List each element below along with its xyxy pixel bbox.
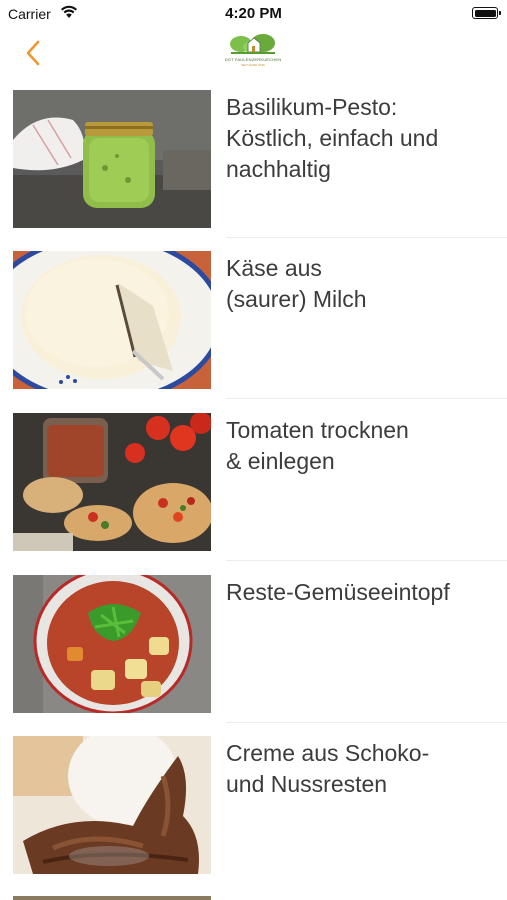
row-divider xyxy=(226,237,507,238)
back-chevron-icon[interactable] xyxy=(20,38,50,68)
recipe-title-line: Käse aus xyxy=(226,255,322,281)
pesto-jar-photo xyxy=(13,90,211,228)
recipe-row-pesto[interactable]: Basilikum-Pesto: Köstlich, einfach und n… xyxy=(0,90,507,230)
recipe-title-line: nachhaltig xyxy=(226,156,331,182)
recipe-title: Basilikum-Pesto: Köstlich, einfach und n… xyxy=(226,92,496,185)
status-bar: Carrier 4:20 PM xyxy=(0,0,507,28)
next-row-thumbnail-edge xyxy=(13,896,211,900)
recipe-row-cheese[interactable]: Käse aus (saurer) Milch xyxy=(0,251,507,391)
recipe-title: Tomaten trocknen & einlegen xyxy=(226,415,496,477)
recipe-row-tomatoes[interactable]: Tomaten trocknen & einlegen xyxy=(0,413,507,553)
recipe-title-line: & einlegen xyxy=(226,448,335,474)
clock: 4:20 PM xyxy=(225,5,282,22)
battery-icon xyxy=(472,7,501,19)
recipe-title-line: Köstlich, einfach und xyxy=(226,125,439,151)
recipe-title-line: Creme aus Schoko- xyxy=(226,740,430,766)
row-divider xyxy=(226,560,507,561)
recipe-title-line: Tomaten trocknen xyxy=(226,417,409,443)
row-divider xyxy=(226,722,507,723)
cheese-plate-photo xyxy=(13,251,211,389)
recipe-row-chocolate-cream[interactable]: Creme aus Schoko- und Nussresten xyxy=(0,736,507,876)
recipe-title: Creme aus Schoko- und Nussresten xyxy=(226,738,496,800)
dried-tomato-bruschetta-photo xyxy=(13,413,211,551)
recipe-row-stew[interactable]: Reste-Gemüseeintopf xyxy=(0,575,507,715)
recipe-title-line: Reste-Gemüseeintopf xyxy=(226,579,450,605)
recipe-title: Reste-Gemüseeintopf xyxy=(226,577,496,608)
row-divider xyxy=(226,398,507,399)
navigation-bar: DGT FAULENZERKUECHEN SEIT ANNO 2019 xyxy=(0,28,507,78)
logo-text: DGT FAULENZERKUECHEN xyxy=(224,57,282,62)
recipe-title-line: (saurer) Milch xyxy=(226,286,367,312)
app-logo xyxy=(230,34,275,54)
recipe-title: Käse aus (saurer) Milch xyxy=(226,253,496,315)
recipe-title-line: und Nussresten xyxy=(226,771,388,797)
vegetable-stew-photo xyxy=(13,575,211,713)
logo-subtext: SEIT ANNO 2019 xyxy=(241,63,265,67)
recipe-title-line: Basilikum-Pesto: xyxy=(226,94,398,120)
chocolate-cream-photo xyxy=(13,736,211,874)
